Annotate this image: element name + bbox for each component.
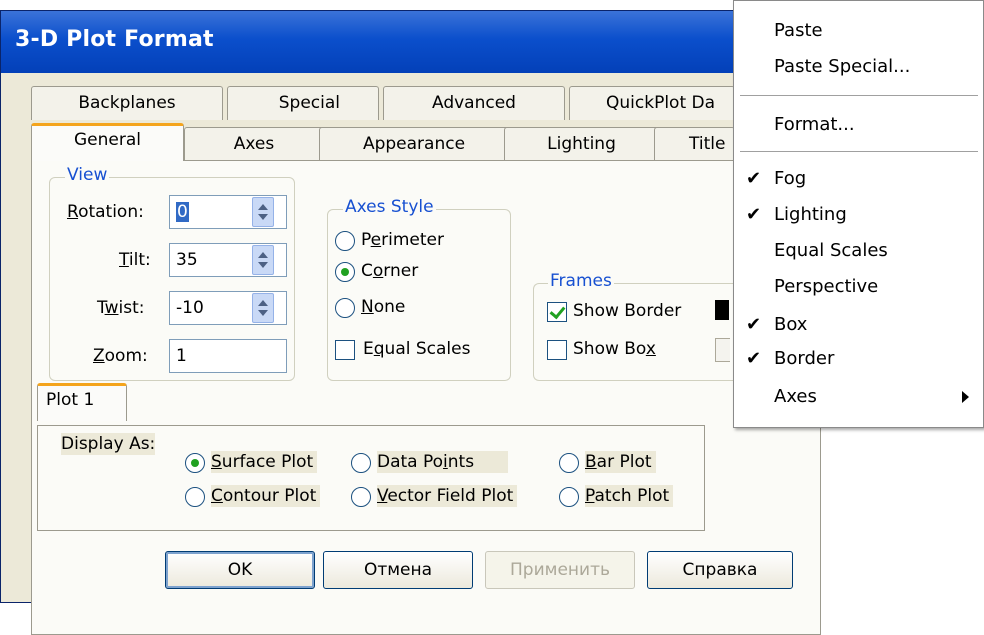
corner-radio[interactable] (335, 262, 355, 282)
bar-plot-radio[interactable] (559, 453, 579, 473)
menu-item-paste-special[interactable]: Paste Special... (774, 55, 910, 79)
patch-plot-radio[interactable] (559, 487, 579, 507)
data-points-label[interactable]: Data Points (377, 451, 509, 473)
menu-item-border[interactable]: Border (774, 347, 834, 371)
tab-backplanes[interactable]: Backplanes (31, 86, 223, 120)
context-menu: Paste Paste Special... Format... ✔ Fog ✔… (733, 0, 984, 428)
frames-group-label: Frames (548, 271, 614, 291)
rotation-value: 0 (176, 202, 189, 222)
show-box-checkbox[interactable] (547, 340, 567, 360)
menu-item-perspective[interactable]: Perspective (774, 275, 878, 299)
dialog-title: 3-D Plot Format (15, 27, 214, 52)
lighting-check-icon: ✔ (746, 204, 762, 225)
rotation-spinner[interactable] (252, 197, 274, 227)
menu-separator (740, 95, 978, 96)
none-label[interactable]: None (361, 296, 405, 318)
cancel-button[interactable]: Отмена (323, 551, 473, 589)
zoom-input[interactable]: 1 (169, 339, 287, 373)
display-as-label: Display As: (61, 433, 156, 455)
patch-plot-label[interactable]: Patch Plot (585, 485, 674, 507)
tab-appearance[interactable]: Appearance (319, 127, 509, 161)
equal-scales-checkbox[interactable] (335, 340, 355, 360)
menu-item-equal-scales[interactable]: Equal Scales (774, 239, 888, 263)
show-border-label[interactable]: Show Border (573, 300, 681, 322)
show-border-checkbox[interactable] (547, 302, 567, 322)
box-check-icon: ✔ (746, 314, 762, 335)
title-bar[interactable]: 3-D Plot Format (1, 11, 819, 73)
tab-general[interactable]: General (31, 123, 184, 161)
corner-label[interactable]: Corner (361, 260, 418, 282)
tab-title[interactable]: Title (654, 127, 735, 161)
menu-item-paste[interactable]: Paste (774, 19, 823, 43)
perimeter-radio[interactable] (335, 231, 355, 251)
show-box-label[interactable]: Show Box (573, 338, 656, 360)
axes-style-group-label: Axes Style (343, 197, 436, 217)
menu-item-lighting[interactable]: Lighting (774, 203, 847, 227)
submenu-arrow-icon (962, 391, 969, 403)
contour-plot-radio[interactable] (185, 487, 205, 507)
zoom-label: Zoom: (93, 346, 148, 366)
equal-scales-label[interactable]: Equal Scales (363, 338, 470, 360)
ok-button[interactable]: OK (165, 551, 315, 589)
perimeter-label[interactable]: Perimeter (361, 229, 444, 251)
menu-item-fog[interactable]: Fog (774, 167, 806, 191)
contour-plot-label[interactable]: Contour Plot (211, 485, 321, 507)
vector-field-plot-label[interactable]: Vector Field Plot (377, 485, 518, 507)
tab-quickplot-data[interactable]: QuickPlot Da (569, 86, 735, 120)
fog-check-icon: ✔ (746, 168, 762, 189)
menu-item-format[interactable]: Format... (774, 113, 855, 137)
tab-plot-1[interactable]: Plot 1 (37, 383, 127, 421)
view-group-label: View (65, 165, 110, 185)
tab-axes[interactable]: Axes (184, 127, 324, 161)
apply-button[interactable]: Применить (485, 551, 635, 589)
menu-item-axes[interactable]: Axes (774, 385, 817, 409)
tab-lighting[interactable]: Lighting (504, 127, 659, 161)
surface-plot-radio[interactable] (185, 453, 205, 473)
twist-spinner[interactable] (252, 293, 274, 323)
tilt-label: Tilt: (119, 250, 151, 270)
frames-group (533, 283, 743, 381)
tab-advanced[interactable]: Advanced (383, 86, 565, 120)
data-points-radio[interactable] (351, 453, 371, 473)
border-color-swatch[interactable] (715, 300, 729, 320)
menu-item-box[interactable]: Box (774, 313, 807, 337)
none-radio[interactable] (335, 298, 355, 318)
border-check-icon: ✔ (746, 348, 762, 369)
menu-separator (740, 151, 978, 152)
plot-format-dialog: 3-D Plot Format Backplanes Special Advan… (0, 10, 821, 635)
tab-special[interactable]: Special (227, 86, 379, 120)
surface-plot-label[interactable]: Surface Plot (211, 451, 318, 473)
help-button[interactable]: Справка (647, 551, 793, 589)
box-color-swatch[interactable] (715, 338, 730, 362)
twist-label: Twist: (97, 298, 145, 318)
tilt-spinner[interactable] (252, 245, 274, 275)
vector-field-plot-radio[interactable] (351, 487, 371, 507)
bar-plot-label[interactable]: Bar Plot (585, 451, 656, 473)
rotation-label: Rotation: (67, 202, 144, 222)
